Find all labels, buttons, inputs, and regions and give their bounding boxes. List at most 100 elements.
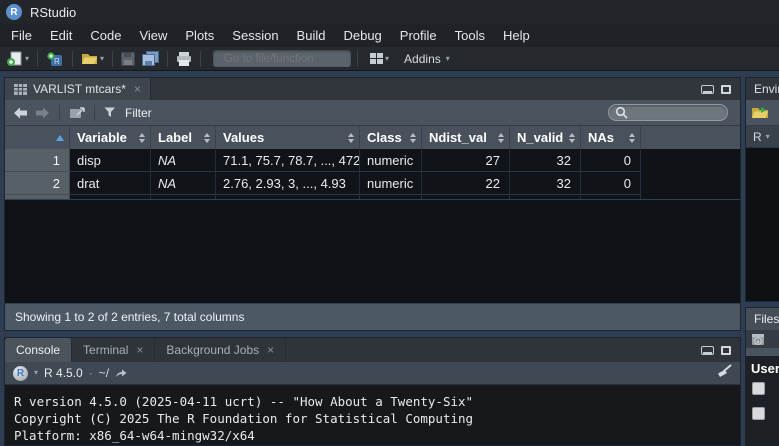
- open-in-new-window-icon[interactable]: [69, 107, 85, 119]
- file-row[interactable]: [746, 376, 779, 401]
- minimize-icon[interactable]: [701, 346, 714, 355]
- r-version-icon[interactable]: R: [13, 366, 28, 381]
- tab-files[interactable]: Files: [746, 308, 779, 330]
- separator-dot: ·: [89, 366, 93, 380]
- panes-caret-icon[interactable]: ▾: [385, 55, 389, 63]
- new-file-button[interactable]: ▾: [4, 49, 31, 69]
- rownum-header-cell[interactable]: [5, 126, 70, 149]
- console-line: Platform: x86_64-w64-mingw32/x64: [14, 427, 740, 444]
- menu-file[interactable]: File: [2, 25, 41, 46]
- minimize-icon[interactable]: [701, 85, 714, 94]
- menu-code[interactable]: Code: [81, 25, 130, 46]
- column-header-variable[interactable]: Variable: [70, 126, 151, 149]
- column-header-nas[interactable]: NAs: [581, 126, 641, 149]
- tab-terminal[interactable]: Terminal ×: [72, 338, 155, 362]
- forward-arrow-icon[interactable]: [35, 107, 50, 119]
- menu-edit[interactable]: Edit: [41, 25, 81, 46]
- column-header-values[interactable]: Values: [216, 126, 360, 149]
- console-window-controls: [701, 338, 740, 362]
- menu-plots[interactable]: Plots: [176, 25, 223, 46]
- column-header-class[interactable]: Class: [360, 126, 422, 149]
- maximize-icon[interactable]: [721, 85, 731, 94]
- column-header-n-valid[interactable]: N_valid: [510, 126, 581, 149]
- environment-tabstrip: Environment: [746, 78, 779, 100]
- r-version-label: R 4.5.0: [44, 366, 83, 380]
- viewer-search-input[interactable]: [632, 107, 721, 119]
- column-header-label[interactable]: Label: [151, 126, 216, 149]
- table-row[interactable]: 2 drat NA 2.76, 2.93, 3, ..., 4.93 numer…: [5, 172, 740, 195]
- files-tabstrip: Files: [746, 308, 779, 330]
- row-number-cell: 2: [5, 172, 70, 195]
- new-blank-file-icon[interactable]: [750, 332, 766, 347]
- menu-profile[interactable]: Profile: [391, 25, 446, 46]
- goto-file-input[interactable]: [224, 53, 378, 65]
- cell-ndist-val: 22: [422, 172, 510, 195]
- close-icon[interactable]: ×: [134, 83, 141, 95]
- sort-icon[interactable]: [406, 133, 416, 143]
- environment-language-bar[interactable]: R ▾: [746, 126, 779, 148]
- goto-file-search[interactable]: [213, 50, 351, 67]
- save-button[interactable]: [119, 50, 137, 68]
- console-line: Copyright (C) 2025 The R Foundation for …: [14, 410, 740, 427]
- tab-environment[interactable]: Environment: [754, 82, 779, 96]
- tab-background-jobs[interactable]: Background Jobs ×: [155, 338, 286, 362]
- working-directory-label[interactable]: ~/: [99, 366, 109, 380]
- menu-debug[interactable]: Debug: [334, 25, 390, 46]
- menu-session[interactable]: Session: [223, 25, 287, 46]
- addins-button[interactable]: Addins ▾: [394, 50, 452, 68]
- print-button[interactable]: [174, 50, 194, 68]
- close-icon[interactable]: ×: [136, 344, 143, 356]
- console-line: R version 4.5.0 (2025-04-11 ucrt) -- "Ho…: [14, 393, 740, 410]
- new-project-icon: R: [46, 51, 64, 67]
- goto-directory-arrow-icon[interactable]: [115, 368, 127, 378]
- menu-build[interactable]: Build: [288, 25, 335, 46]
- clear-console-button[interactable]: [715, 364, 732, 383]
- r-version-caret-icon[interactable]: ▾: [34, 369, 38, 377]
- workspace-panes-button[interactable]: ▾: [368, 51, 391, 66]
- sort-icon[interactable]: [344, 133, 354, 143]
- data-grid-icon: [14, 84, 27, 95]
- toolbar-separator: [112, 51, 113, 67]
- tab-console[interactable]: Console: [5, 338, 72, 362]
- sort-ascending-icon: [56, 135, 64, 141]
- search-icon: [615, 106, 628, 119]
- sort-icon[interactable]: [135, 133, 145, 143]
- filter-funnel-icon[interactable]: [104, 107, 116, 118]
- cell-nas: 0: [581, 172, 641, 195]
- load-workspace-icon[interactable]: [751, 106, 769, 119]
- sort-icon[interactable]: [200, 133, 210, 143]
- new-file-caret-icon[interactable]: ▾: [25, 55, 29, 63]
- sort-icon[interactable]: [625, 133, 635, 143]
- addins-caret-icon[interactable]: ▾: [446, 55, 450, 63]
- file-checkbox[interactable]: [752, 382, 765, 395]
- save-all-button[interactable]: [140, 49, 161, 68]
- sort-icon[interactable]: [494, 133, 504, 143]
- maximize-icon[interactable]: [721, 346, 731, 355]
- menu-tools[interactable]: Tools: [446, 25, 494, 46]
- open-file-caret-icon[interactable]: ▾: [100, 55, 104, 63]
- files-path-label[interactable]: Users: [746, 356, 779, 376]
- file-checkbox[interactable]: [752, 407, 765, 420]
- menu-help[interactable]: Help: [494, 25, 539, 46]
- table-row[interactable]: 1 disp NA 71.1, 75.7, 78.7, ..., 472 num…: [5, 149, 740, 172]
- r-dropdown-label: R: [753, 130, 762, 144]
- menu-view[interactable]: View: [130, 25, 176, 46]
- file-row[interactable]: [746, 401, 779, 426]
- data-viewer-pane: VARLIST mtcars* × Filter Variable Label …: [4, 77, 741, 331]
- new-project-button[interactable]: R: [44, 49, 66, 69]
- close-icon[interactable]: ×: [267, 344, 274, 356]
- svg-text:R: R: [54, 57, 60, 66]
- column-header-ndist-val[interactable]: Ndist_val: [422, 126, 510, 149]
- cell-label: NA: [151, 172, 216, 195]
- environment-toolbar: [746, 100, 779, 126]
- open-folder-icon: [81, 52, 98, 65]
- filter-button[interactable]: Filter: [125, 106, 152, 120]
- back-arrow-icon[interactable]: [13, 107, 28, 119]
- console-output[interactable]: R version 4.5.0 (2025-04-11 ucrt) -- "Ho…: [5, 385, 740, 444]
- titlebar: R RStudio: [0, 0, 779, 24]
- main-toolbar: ▾ R ▾ ▾ Addins ▾: [0, 47, 779, 71]
- sort-icon[interactable]: [565, 133, 575, 143]
- viewer-search-box[interactable]: [608, 104, 728, 121]
- tab-varlist-mtcars[interactable]: VARLIST mtcars* ×: [5, 78, 151, 100]
- open-file-button[interactable]: ▾: [79, 50, 106, 67]
